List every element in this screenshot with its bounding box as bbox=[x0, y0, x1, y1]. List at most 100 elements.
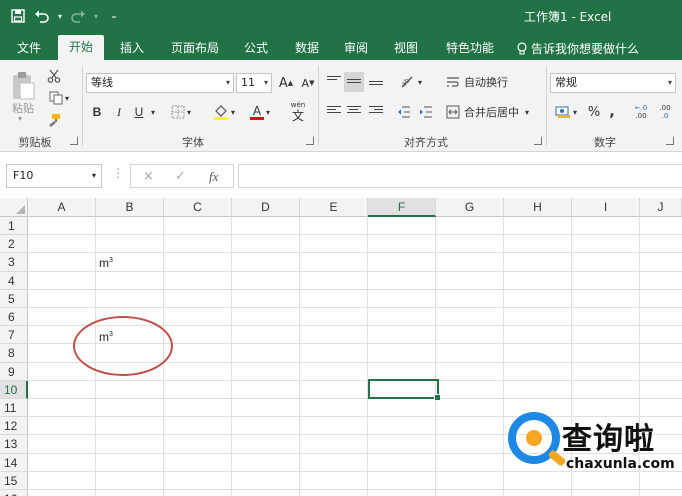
column-header-f[interactable]: F bbox=[368, 198, 436, 217]
column-header-d[interactable]: D bbox=[232, 198, 300, 217]
formula-input[interactable] bbox=[238, 164, 682, 188]
copy-icon[interactable]: ▾ bbox=[44, 88, 74, 108]
phonetic-guide-icon[interactable]: wén 文 bbox=[284, 100, 312, 124]
insert-function-icon[interactable]: fx bbox=[209, 169, 218, 185]
cell-b3[interactable]: m3 bbox=[99, 256, 113, 270]
chevron-down-icon: ▾ bbox=[91, 171, 96, 180]
comma-style-button[interactable]: , bbox=[604, 102, 620, 122]
selected-cell-f10[interactable] bbox=[368, 379, 441, 401]
accounting-format-icon[interactable]: ▾ bbox=[550, 102, 582, 122]
column-header-i[interactable]: I bbox=[572, 198, 640, 217]
clipboard-launcher-icon[interactable] bbox=[70, 137, 78, 145]
alignment-launcher-icon[interactable] bbox=[534, 137, 542, 145]
row-header-16[interactable]: 16 bbox=[0, 490, 28, 496]
merge-center-button[interactable]: 合并后居中 ▾ bbox=[446, 102, 542, 122]
increase-decimal-button[interactable]: ←.0.00 bbox=[630, 102, 652, 122]
orientation-icon[interactable]: ab ▾ bbox=[396, 72, 426, 92]
row-header-15[interactable]: 15 bbox=[0, 471, 28, 490]
align-left-icon[interactable] bbox=[324, 102, 344, 122]
font-name-combo[interactable]: 等线 ▾ bbox=[86, 73, 234, 93]
gridline-horizontal bbox=[28, 288, 682, 290]
underline-dropdown-icon[interactable]: ▾ bbox=[148, 102, 158, 122]
redo-dropdown-icon[interactable]: ▾ bbox=[92, 6, 100, 26]
fill-color-icon[interactable]: ▾ bbox=[208, 102, 240, 122]
align-bottom-icon[interactable] bbox=[366, 72, 386, 92]
increase-indent-icon[interactable] bbox=[416, 102, 436, 122]
bold-button[interactable]: B bbox=[88, 102, 106, 122]
quick-access-toolbar: ▾ ▾ ₌ bbox=[8, 6, 124, 26]
tab-insert[interactable]: 插入 bbox=[110, 37, 154, 60]
name-box[interactable]: F10 ▾ bbox=[6, 164, 102, 188]
align-right-icon[interactable] bbox=[366, 102, 386, 122]
decrease-indent-icon[interactable] bbox=[394, 102, 414, 122]
percent-button[interactable]: % bbox=[584, 102, 604, 122]
number-format-value: 常规 bbox=[555, 76, 577, 89]
row-header-4[interactable]: 4 bbox=[0, 271, 28, 290]
row-header-6[interactable]: 6 bbox=[0, 308, 28, 327]
row-header-3[interactable]: 3 bbox=[0, 253, 28, 272]
row-header-13[interactable]: 13 bbox=[0, 435, 28, 454]
undo-icon[interactable] bbox=[32, 6, 52, 26]
font-color-icon[interactable]: A ▾ bbox=[244, 102, 276, 122]
column-header-e[interactable]: E bbox=[300, 198, 368, 217]
merge-center-icon bbox=[446, 105, 460, 119]
shrink-font-icon[interactable]: A ▼ bbox=[298, 73, 318, 93]
redo-icon[interactable] bbox=[68, 6, 88, 26]
tab-home[interactable]: 开始 bbox=[58, 35, 104, 60]
align-top-icon[interactable] bbox=[324, 72, 344, 92]
paste-label[interactable]: 粘贴 bbox=[12, 100, 34, 116]
paste-dropdown-icon[interactable]: ▾ bbox=[18, 114, 22, 123]
underline-button[interactable]: U bbox=[130, 102, 148, 122]
cut-icon[interactable] bbox=[44, 66, 64, 86]
font-launcher-icon[interactable] bbox=[306, 137, 314, 145]
row-header-5[interactable]: 5 bbox=[0, 289, 28, 308]
row-header-11[interactable]: 11 bbox=[0, 399, 28, 418]
tab-page-layout[interactable]: 页面布局 bbox=[164, 37, 226, 60]
borders-icon[interactable]: ▾ bbox=[166, 102, 196, 122]
tab-featured[interactable]: 特色功能 bbox=[438, 37, 502, 60]
decrease-decimal-button[interactable]: .00.0 bbox=[654, 102, 676, 122]
wrap-text-button[interactable]: 自动换行 bbox=[446, 72, 520, 92]
align-center-icon[interactable] bbox=[344, 102, 364, 122]
column-header-a[interactable]: A bbox=[28, 198, 96, 217]
column-header-j[interactable]: J bbox=[640, 198, 682, 217]
align-middle-icon[interactable] bbox=[344, 72, 364, 92]
tab-review[interactable]: 审阅 bbox=[336, 37, 376, 60]
row-header-7[interactable]: 7 bbox=[0, 326, 28, 345]
row-header-14[interactable]: 14 bbox=[0, 453, 28, 472]
undo-dropdown-icon[interactable]: ▾ bbox=[56, 6, 64, 26]
save-icon[interactable] bbox=[8, 6, 28, 26]
gridline-horizontal bbox=[28, 307, 682, 308]
group-separator bbox=[318, 66, 319, 146]
formula-bar-grip-icon[interactable]: ⋮ bbox=[112, 166, 124, 180]
tab-data[interactable]: 数据 bbox=[286, 37, 328, 60]
column-header-h[interactable]: H bbox=[504, 198, 572, 217]
number-launcher-icon[interactable] bbox=[666, 137, 674, 145]
chevron-down-icon: ▾ bbox=[525, 107, 530, 117]
font-group-label: 字体 bbox=[182, 136, 204, 149]
column-header-c[interactable]: C bbox=[164, 198, 232, 217]
tab-formulas[interactable]: 公式 bbox=[236, 37, 276, 60]
select-all-button[interactable] bbox=[0, 198, 28, 217]
column-header-g[interactable]: G bbox=[436, 198, 504, 217]
tell-me-box[interactable]: 告诉我你想要做什么 bbox=[516, 40, 639, 57]
row-header-1[interactable]: 1 bbox=[0, 217, 28, 236]
number-format-combo[interactable]: 常规 ▾ bbox=[550, 73, 676, 93]
italic-button[interactable]: I bbox=[110, 102, 128, 122]
row-header-12[interactable]: 12 bbox=[0, 417, 28, 436]
row-header-2[interactable]: 2 bbox=[0, 235, 28, 254]
enter-icon[interactable]: ✓ bbox=[175, 169, 186, 184]
row-header-10[interactable]: 10 bbox=[0, 380, 28, 399]
font-size-combo[interactable]: 11 ▾ bbox=[236, 73, 272, 93]
tab-view[interactable]: 视图 bbox=[386, 37, 426, 60]
title-bar: ▾ ▾ ₌ 工作簿1 - Excel bbox=[0, 0, 682, 32]
row-header-8[interactable]: 8 bbox=[0, 344, 28, 363]
row-header-9[interactable]: 9 bbox=[0, 362, 28, 381]
format-painter-icon[interactable] bbox=[44, 110, 64, 130]
cancel-icon[interactable]: × bbox=[143, 169, 154, 184]
ribbon-home: 粘贴 ▾ ▾ 剪贴板 等线 ▾ 11 ▾ A ▲ A ▼ B I U ▾ ▾ ▾ A… bbox=[0, 60, 682, 152]
grow-font-icon[interactable]: A ▲ bbox=[276, 73, 296, 93]
tab-file[interactable]: 文件 bbox=[8, 37, 50, 60]
customize-qat-icon[interactable]: ₌ bbox=[104, 6, 124, 26]
column-header-b[interactable]: B bbox=[96, 198, 164, 217]
